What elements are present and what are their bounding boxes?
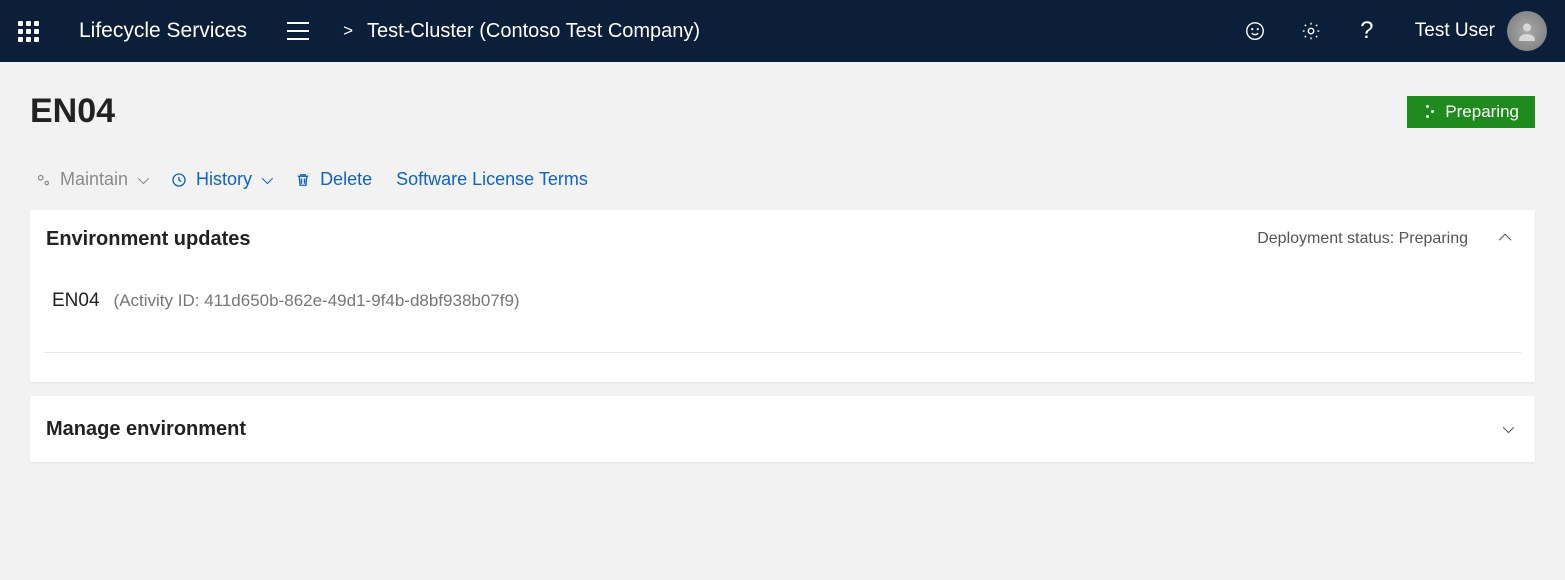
action-toolbar: Maintain History Delete Software License… [30, 169, 1535, 190]
spinner-icon [1421, 105, 1435, 119]
chevron-down-icon [262, 172, 273, 183]
collapse-button[interactable] [1498, 226, 1515, 252]
user-avatar[interactable] [1507, 11, 1547, 51]
menu-icon[interactable] [287, 22, 309, 40]
feedback-icon[interactable] [1231, 7, 1279, 55]
license-link[interactable]: Software License Terms [396, 169, 588, 190]
settings-icon[interactable] [1287, 7, 1335, 55]
gears-icon [34, 171, 52, 189]
trash-icon [294, 171, 312, 189]
environment-name: EN04 [52, 290, 100, 312]
chevron-down-icon [138, 172, 149, 183]
maintain-button[interactable]: Maintain [34, 169, 146, 190]
app-launcher-icon[interactable] [18, 21, 39, 42]
panel-title: Manage environment [46, 418, 246, 441]
manage-environment-panel: Manage environment [30, 396, 1535, 462]
environment-update-row: EN04 (Activity ID: 411d650b-862e-49d1-9f… [52, 290, 1515, 312]
help-icon[interactable]: ? [1343, 7, 1391, 55]
expand-button[interactable] [1497, 416, 1515, 442]
status-badge: Preparing [1407, 96, 1535, 128]
username-label: Test User [1415, 20, 1495, 42]
breadcrumb-project[interactable]: Test-Cluster (Contoso Test Company) [367, 20, 700, 43]
status-badge-text: Preparing [1445, 102, 1519, 122]
history-button[interactable]: History [170, 169, 270, 190]
brand-link[interactable]: Lifecycle Services [79, 19, 247, 43]
deployment-status-label: Deployment status: Preparing [1257, 230, 1468, 248]
delete-button[interactable]: Delete [294, 169, 372, 190]
panel-title: Environment updates [46, 228, 250, 251]
chevron-up-icon [1499, 234, 1512, 247]
panel-divider [44, 352, 1521, 382]
environment-updates-panel: Environment updates Deployment status: P… [30, 210, 1535, 382]
chevron-down-icon [1503, 422, 1514, 433]
breadcrumb-separator: > [343, 21, 353, 41]
top-navbar: Lifecycle Services > Test-Cluster (Conto… [0, 0, 1565, 62]
page-title: EN04 [30, 92, 115, 131]
history-icon [170, 171, 188, 189]
activity-id: (Activity ID: 411d650b-862e-49d1-9f4b-d8… [114, 291, 520, 311]
